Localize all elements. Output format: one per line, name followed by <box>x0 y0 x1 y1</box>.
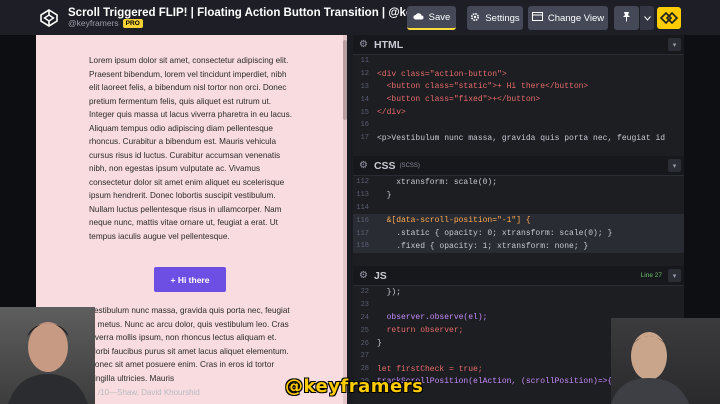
js-editor-title: JS <box>373 269 387 282</box>
keyframers-watermark: @keyframers <box>285 376 424 397</box>
codepen-logo-icon[interactable] <box>38 7 60 29</box>
js-editor-header: ⚙ JS Line 27 ▾ <box>353 266 684 286</box>
gear-icon <box>470 12 480 25</box>
gear-icon[interactable]: ⚙ <box>359 160 368 171</box>
pin-dropdown-button[interactable] <box>640 6 654 30</box>
code-line: 17 <p>Vestibulum nunc massa, gravida quis… <box>360 133 666 143</box>
code-line: 112 xtransform: scale(0); <box>356 177 498 187</box>
pin-icon <box>622 11 631 25</box>
settings-button[interactable]: Settings <box>467 6 523 30</box>
pen-header: Scroll Triggered FLIP! | Floating Action… <box>0 0 720 35</box>
webcam-right <box>611 318 720 404</box>
html-editor-pane: ⚙ HTML ▾ 11 12 <div class="action-button"… <box>353 35 684 156</box>
settings-label: Settings <box>485 12 520 24</box>
pin-button[interactable] <box>614 6 639 30</box>
css-editor-header: ⚙ CSS (SCSS) ▾ <box>353 156 684 176</box>
preview-paragraph-1: Lorem ipsum dolor sit amet, consectetur … <box>89 56 292 241</box>
gear-icon[interactable]: ⚙ <box>359 39 368 50</box>
hi-there-button[interactable]: + Hi there <box>154 267 226 292</box>
code-line: 23 <box>360 301 369 310</box>
code-line: 22 }); <box>360 287 402 297</box>
code-line: 13 <button class="static">+ Hi there</bu… <box>360 82 589 92</box>
code-line: 116 &[data-scroll-position="-1"] { <box>353 214 684 228</box>
code-line: 114 <box>356 203 369 212</box>
code-line: 117 .static { opacity: 0; xtransform: sc… <box>353 227 684 240</box>
code-line: 118 .fixed { opacity: 1; xtransform: non… <box>353 239 684 253</box>
css-collapse-chevron-icon[interactable]: ▾ <box>668 159 681 172</box>
save-button[interactable]: Save <box>407 6 456 30</box>
js-collapse-chevron-icon[interactable]: ▾ <box>668 269 681 282</box>
change-view-label: Change View <box>547 12 605 24</box>
html-editor-header: ⚙ HTML ▾ <box>353 35 684 55</box>
code-line: 11 <box>360 57 369 66</box>
css-editor-title: CSS <box>373 159 396 172</box>
gear-icon[interactable]: ⚙ <box>359 270 368 281</box>
author-username[interactable]: @keyframers <box>68 18 119 28</box>
person-right-icon <box>611 332 689 404</box>
pro-badge: PRO <box>122 19 143 29</box>
html-collapse-chevron-icon[interactable]: ▾ <box>668 38 681 51</box>
code-line: 16 <box>360 121 369 130</box>
code-line: 15 </div> <box>360 108 406 118</box>
preview-paragraph-2: Vestibulum nunc massa, gravida quis port… <box>89 306 290 383</box>
code-line: 12 <div class="action-button"> <box>360 69 507 79</box>
html-editor-title: HTML <box>373 38 404 51</box>
css-code[interactable]: 112 xtransform: scale(0); 113 } 114 116 … <box>353 176 684 253</box>
save-label: Save <box>428 11 451 23</box>
pen-author: @keyframers PRO <box>68 18 440 29</box>
chevron-down-icon <box>643 13 651 24</box>
code-line: 14 <button class="fixed">+</button> <box>360 95 541 105</box>
webcam-left <box>0 307 95 404</box>
person-left-icon <box>8 322 88 404</box>
pen-title[interactable]: Scroll Triggered FLIP! | Floating Action… <box>68 7 440 20</box>
stream-caption: /10—Shaw, David Khourshid <box>98 388 200 397</box>
keyframers-logo-icon[interactable] <box>657 7 681 29</box>
code-line: 113 } <box>356 190 392 200</box>
layout-icon <box>531 12 543 24</box>
cloud-icon <box>413 12 424 23</box>
css-editor-pane: ⚙ CSS (SCSS) ▾ 112 xtransform: scale(0);… <box>353 156 684 266</box>
css-preprocessor-label: (SCSS) <box>399 162 420 169</box>
html-code[interactable]: 11 12 <div class="action-button"> 13 <but… <box>353 55 684 145</box>
cursor-line-indicator: Line 27 <box>640 272 662 279</box>
change-view-button[interactable]: Change View <box>528 6 608 30</box>
